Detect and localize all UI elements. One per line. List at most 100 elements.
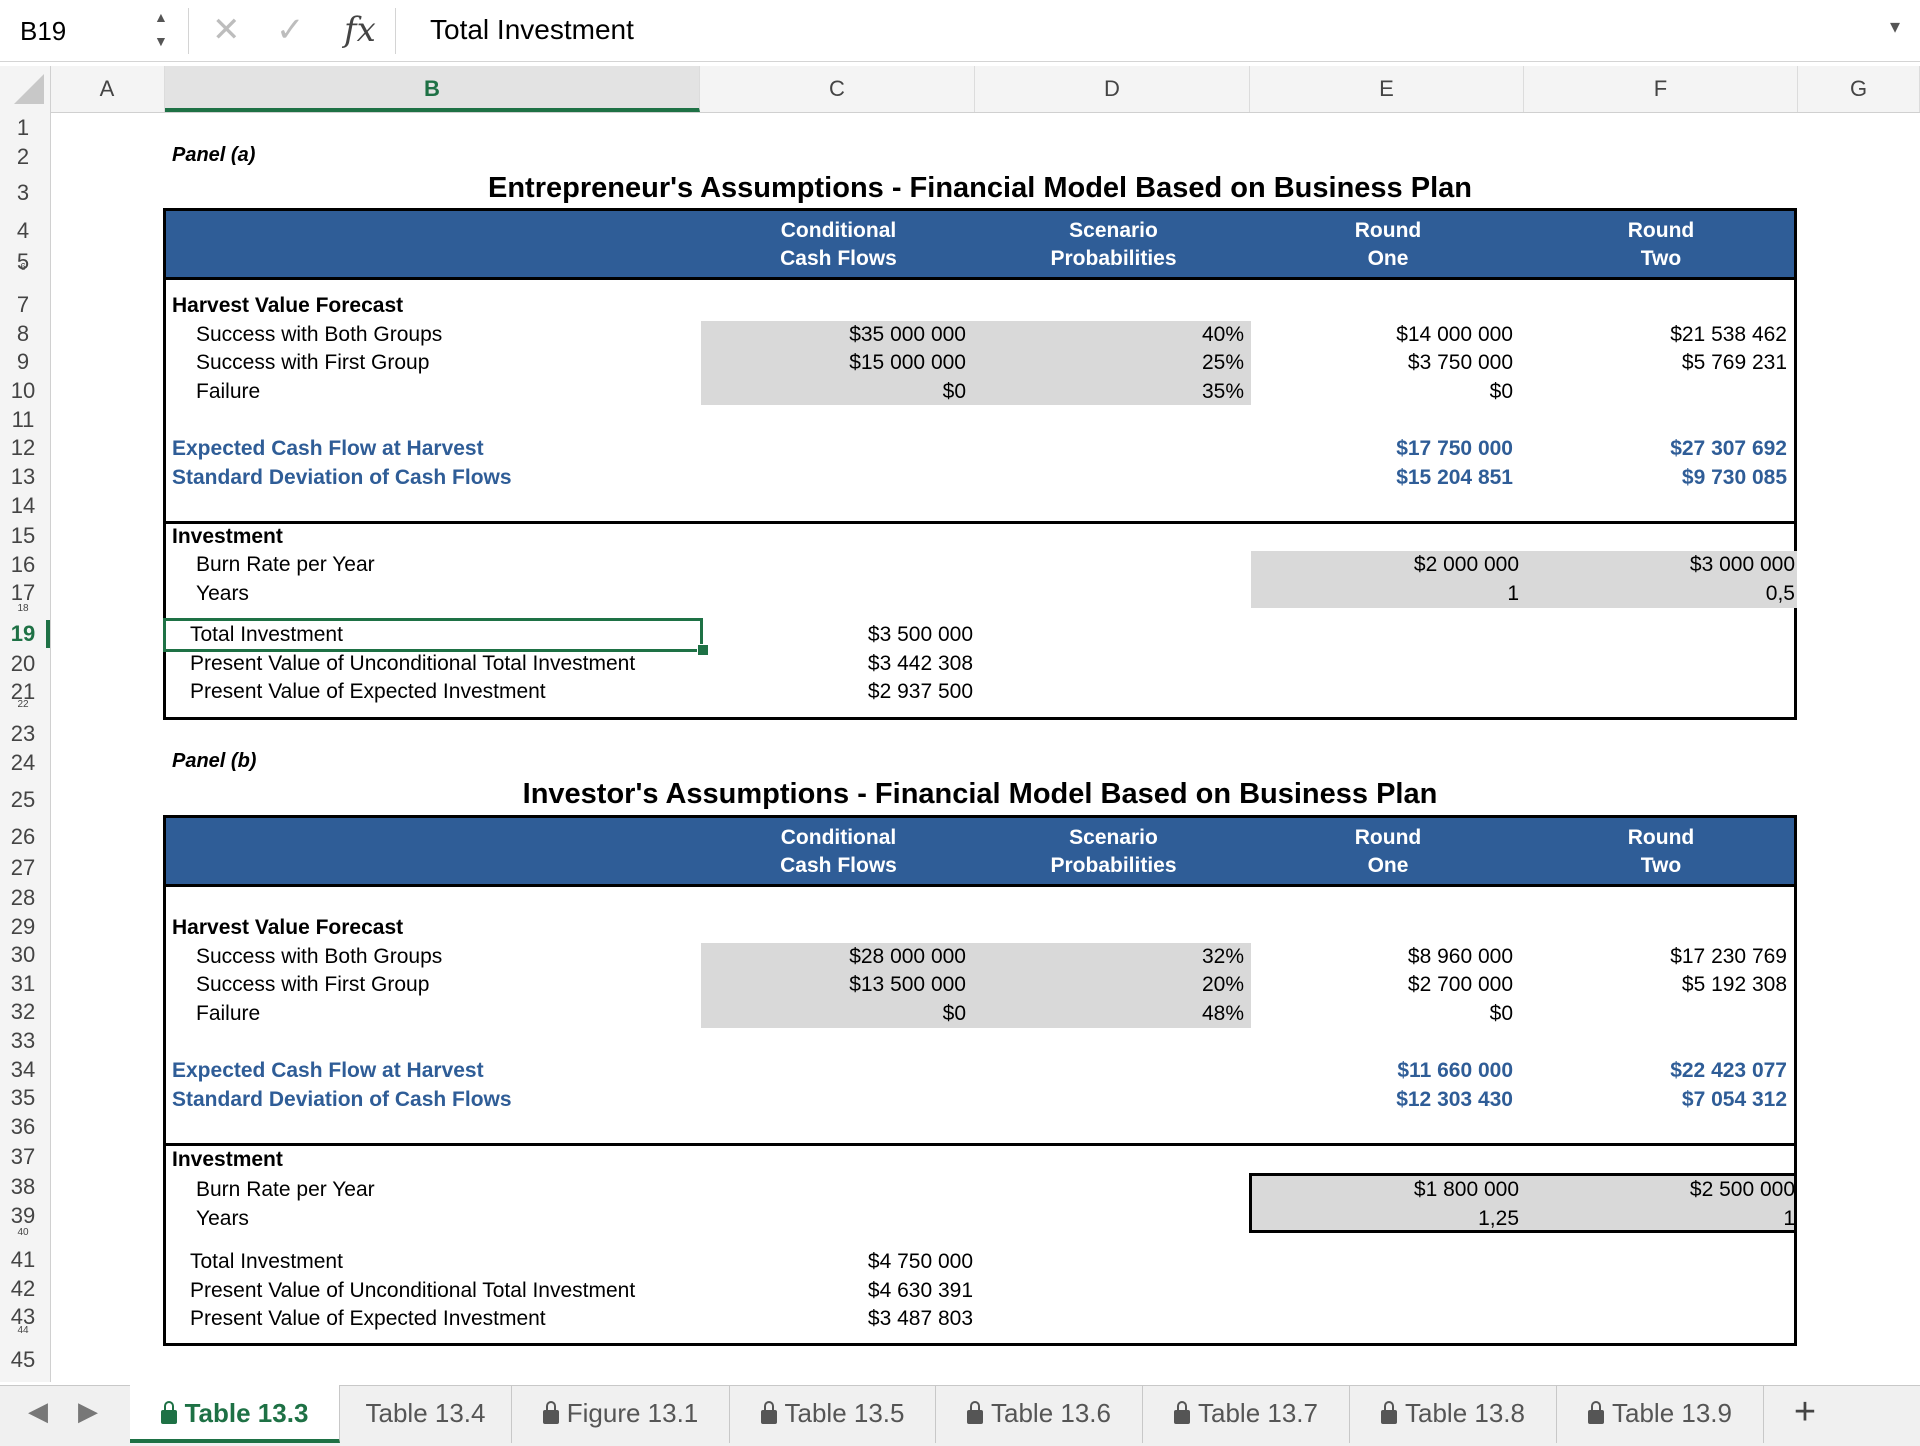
row-number[interactable]: 1: [0, 114, 46, 142]
expected-round-one[interactable]: $11 660 000: [1251, 1057, 1513, 1085]
burn-rate-round-two[interactable]: $2 500 000: [1525, 1176, 1795, 1204]
std-dev-round-one[interactable]: $12 303 430: [1251, 1086, 1513, 1114]
probability-cell[interactable]: 35%: [976, 378, 1244, 406]
years-round-two[interactable]: 0,5: [1525, 580, 1795, 608]
row-number[interactable]: 37: [0, 1143, 46, 1171]
row-number[interactable]: 30: [0, 941, 46, 969]
row-number[interactable]: 25: [0, 786, 46, 814]
row-number[interactable]: 14: [0, 492, 46, 520]
pv-unconditional-value[interactable]: $4 630 391: [701, 1277, 973, 1305]
row-number[interactable]: 7: [0, 291, 46, 319]
row-number[interactable]: 15: [0, 522, 46, 550]
pv-expected-value[interactable]: $3 487 803: [701, 1305, 973, 1333]
row-number[interactable]: 4: [0, 217, 46, 245]
probability-cell[interactable]: 48%: [976, 1000, 1244, 1028]
round-one-cell[interactable]: $8 960 000: [1251, 943, 1513, 971]
std-dev-round-two[interactable]: $7 054 312: [1525, 1086, 1787, 1114]
sheet-tab-table-13-5[interactable]: Table 13.5: [730, 1385, 936, 1443]
round-two-cell[interactable]: $5 192 308: [1525, 971, 1787, 999]
years-round-one[interactable]: 1,25: [1251, 1205, 1519, 1233]
add-sheet-button[interactable]: +: [1770, 1385, 1840, 1443]
round-one-cell[interactable]: $2 700 000: [1251, 971, 1513, 999]
pv-unconditional-value[interactable]: $3 442 308: [701, 650, 973, 678]
row-number[interactable]: 3: [0, 179, 46, 207]
row-number[interactable]: 33: [0, 1027, 46, 1055]
years-round-one[interactable]: 1: [1251, 580, 1519, 608]
sheet-tab-figure-13-1[interactable]: Figure 13.1: [512, 1385, 730, 1443]
row-number[interactable]: 41: [0, 1246, 46, 1274]
formula-input[interactable]: Total Investment: [430, 10, 634, 50]
enter-icon[interactable]: ✓: [276, 10, 305, 50]
std-dev-round-two[interactable]: $9 730 085: [1525, 464, 1787, 492]
sheet-tab-table-13-9[interactable]: Table 13.9: [1557, 1385, 1764, 1443]
row-number[interactable]: 38: [0, 1173, 46, 1201]
name-box-down-icon[interactable]: ▼: [154, 34, 168, 48]
row-number[interactable]: 40: [0, 1228, 46, 1238]
row-number[interactable]: 35: [0, 1084, 46, 1112]
row-number[interactable]: 44: [0, 1326, 46, 1336]
row-number[interactable]: 12: [0, 434, 46, 462]
row-number[interactable]: 36: [0, 1113, 46, 1141]
burn-rate-round-one[interactable]: $1 800 000: [1251, 1176, 1519, 1204]
row-number[interactable]: 23: [0, 720, 46, 748]
row-number[interactable]: 31: [0, 970, 46, 998]
row-number[interactable]: 45: [0, 1346, 46, 1374]
next-sheet-icon[interactable]: ▶: [78, 1396, 98, 1427]
row-number[interactable]: 39: [0, 1202, 46, 1230]
row-number[interactable]: 2: [0, 143, 46, 171]
column-header-b[interactable]: B: [165, 66, 700, 112]
row-number[interactable]: 9: [0, 348, 46, 376]
expected-round-two[interactable]: $27 307 692: [1525, 435, 1787, 463]
round-two-cell[interactable]: $5 769 231: [1525, 349, 1787, 377]
column-header-d[interactable]: D: [975, 66, 1250, 112]
burn-rate-round-one[interactable]: $2 000 000: [1251, 551, 1519, 579]
cash-flow-cell[interactable]: $15 000 000: [701, 349, 966, 377]
column-header-g[interactable]: G: [1798, 66, 1920, 112]
expand-formula-icon[interactable]: ▾: [1890, 14, 1900, 39]
sheet-tab-table-13-8[interactable]: Table 13.8: [1350, 1385, 1557, 1443]
sheet-tab-table-13-3[interactable]: Table 13.3: [130, 1385, 340, 1443]
pv-expected-value[interactable]: $2 937 500: [701, 678, 973, 706]
round-one-cell[interactable]: $14 000 000: [1251, 321, 1513, 349]
round-two-cell[interactable]: $21 538 462: [1525, 321, 1787, 349]
probability-cell[interactable]: 25%: [976, 349, 1244, 377]
total-investment-value[interactable]: $4 750 000: [701, 1248, 973, 1276]
cash-flow-cell[interactable]: $0: [701, 378, 966, 406]
row-number[interactable]: 20: [0, 650, 46, 678]
cash-flow-cell[interactable]: $0: [701, 1000, 966, 1028]
expected-round-two[interactable]: $22 423 077: [1525, 1057, 1787, 1085]
row-number-selected[interactable]: 19: [0, 620, 46, 648]
row-number[interactable]: 22: [0, 700, 46, 710]
row-number[interactable]: 16: [0, 551, 46, 579]
prev-sheet-icon[interactable]: ◀: [28, 1396, 48, 1427]
sheet-tab-table-13-4[interactable]: Table 13.4: [340, 1385, 512, 1443]
name-box[interactable]: B19: [6, 8, 176, 54]
expected-round-one[interactable]: $17 750 000: [1251, 435, 1513, 463]
round-two-cell[interactable]: $17 230 769: [1525, 943, 1787, 971]
fill-handle[interactable]: [697, 644, 709, 656]
column-header-f[interactable]: F: [1524, 66, 1798, 112]
total-investment-value[interactable]: $3 500 000: [701, 621, 973, 649]
column-header-a[interactable]: A: [50, 66, 165, 112]
row-number[interactable]: 24: [0, 749, 46, 777]
burn-rate-round-two[interactable]: $3 000 000: [1525, 551, 1795, 579]
cash-flow-cell[interactable]: $13 500 000: [701, 971, 966, 999]
probability-cell[interactable]: 40%: [976, 321, 1244, 349]
row-number[interactable]: 8: [0, 320, 46, 348]
probability-cell[interactable]: 20%: [976, 971, 1244, 999]
name-box-up-icon[interactable]: ▲: [154, 10, 168, 24]
active-cell-selection[interactable]: [163, 618, 703, 652]
row-number[interactable]: 32: [0, 998, 46, 1026]
row-number[interactable]: 29: [0, 913, 46, 941]
round-one-cell[interactable]: $0: [1251, 1000, 1513, 1028]
row-number[interactable]: 11: [0, 406, 46, 434]
column-header-c[interactable]: C: [700, 66, 975, 112]
years-round-two[interactable]: 1: [1525, 1205, 1795, 1233]
row-number[interactable]: 28: [0, 884, 46, 912]
cash-flow-cell[interactable]: $28 000 000: [701, 943, 966, 971]
row-number[interactable]: 27: [0, 854, 46, 882]
row-number[interactable]: 42: [0, 1275, 46, 1303]
row-number[interactable]: 18: [0, 604, 46, 614]
cancel-icon[interactable]: ✕: [212, 10, 241, 50]
probability-cell[interactable]: 32%: [976, 943, 1244, 971]
